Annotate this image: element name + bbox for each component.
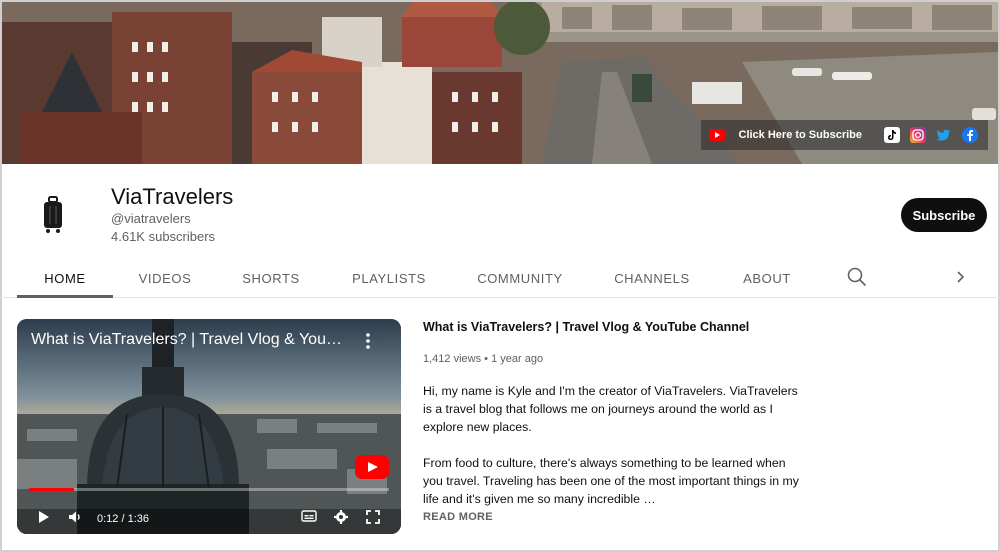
tab-community[interactable]: COMMUNITY bbox=[468, 258, 572, 298]
description-paragraph: From food to culture, there's always som… bbox=[423, 456, 799, 506]
tab-videos[interactable]: VIDEOS bbox=[126, 258, 204, 298]
player-controls: 0:12 / 1:36 bbox=[17, 505, 401, 531]
more-options-icon[interactable] bbox=[361, 331, 375, 351]
video-progress-bar[interactable] bbox=[29, 488, 389, 491]
video-description: Hi, my name is Kyle and I'm the creator … bbox=[423, 382, 803, 508]
tab-playlists[interactable]: PLAYLISTS bbox=[343, 258, 435, 298]
video-overlay-title[interactable]: What is ViaTravelers? | Travel Vlog & Yo… bbox=[31, 331, 351, 349]
video-time: 0:12 / 1:36 bbox=[97, 513, 149, 525]
video-progress-fill bbox=[29, 488, 74, 491]
video-frame bbox=[17, 319, 401, 534]
facebook-icon[interactable] bbox=[962, 127, 978, 143]
video-meta: 1,412 views • 1 year ago bbox=[423, 353, 543, 365]
description-paragraph: Hi, my name is Kyle and I'm the creator … bbox=[423, 384, 798, 434]
channel-avatar[interactable] bbox=[18, 180, 88, 250]
tab-home[interactable]: HOME bbox=[17, 258, 113, 298]
instagram-icon[interactable] bbox=[910, 127, 926, 143]
banner-subscribe-link[interactable]: Click Here to Subscribe bbox=[739, 129, 863, 141]
volume-icon[interactable] bbox=[67, 509, 83, 530]
settings-gear-icon[interactable] bbox=[333, 509, 349, 530]
play-icon[interactable] bbox=[37, 509, 51, 530]
banner-links: Click Here to Subscribe bbox=[700, 120, 988, 150]
featured-video-player[interactable]: What is ViaTravelers? | Travel Vlog & Yo… bbox=[17, 319, 401, 534]
subscribe-button[interactable]: Subscribe bbox=[901, 198, 987, 232]
video-title[interactable]: What is ViaTravelers? | Travel Vlog & Yo… bbox=[423, 320, 749, 334]
channel-handle: @viatravelers bbox=[111, 211, 191, 226]
youtube-icon[interactable] bbox=[708, 127, 725, 143]
youtube-logo-icon[interactable] bbox=[355, 455, 389, 479]
view-count: 1,412 views bbox=[423, 353, 482, 365]
tiktok-icon[interactable] bbox=[884, 127, 900, 143]
channel-name: ViaTravelers bbox=[111, 184, 234, 209]
suitcase-icon bbox=[44, 196, 62, 233]
search-icon[interactable] bbox=[846, 266, 868, 288]
read-more-link[interactable]: READ MORE bbox=[423, 511, 493, 523]
captions-icon[interactable] bbox=[301, 509, 317, 528]
tab-about[interactable]: ABOUT bbox=[732, 258, 802, 298]
tab-channels[interactable]: CHANNELS bbox=[606, 258, 698, 298]
chevron-right-icon[interactable] bbox=[952, 266, 970, 288]
upload-age: 1 year ago bbox=[491, 353, 544, 365]
tab-shorts[interactable]: SHORTS bbox=[232, 258, 310, 298]
fullscreen-icon[interactable] bbox=[365, 509, 381, 530]
subscriber-count: 4.61K subscribers bbox=[111, 229, 216, 244]
active-tab-indicator bbox=[17, 295, 113, 298]
channel-tabs: HOME VIDEOS SHORTS PLAYLISTS COMMUNITY C… bbox=[0, 258, 1000, 298]
twitter-icon[interactable] bbox=[936, 127, 952, 143]
channel-banner: Click Here to Subscribe bbox=[2, 2, 998, 164]
